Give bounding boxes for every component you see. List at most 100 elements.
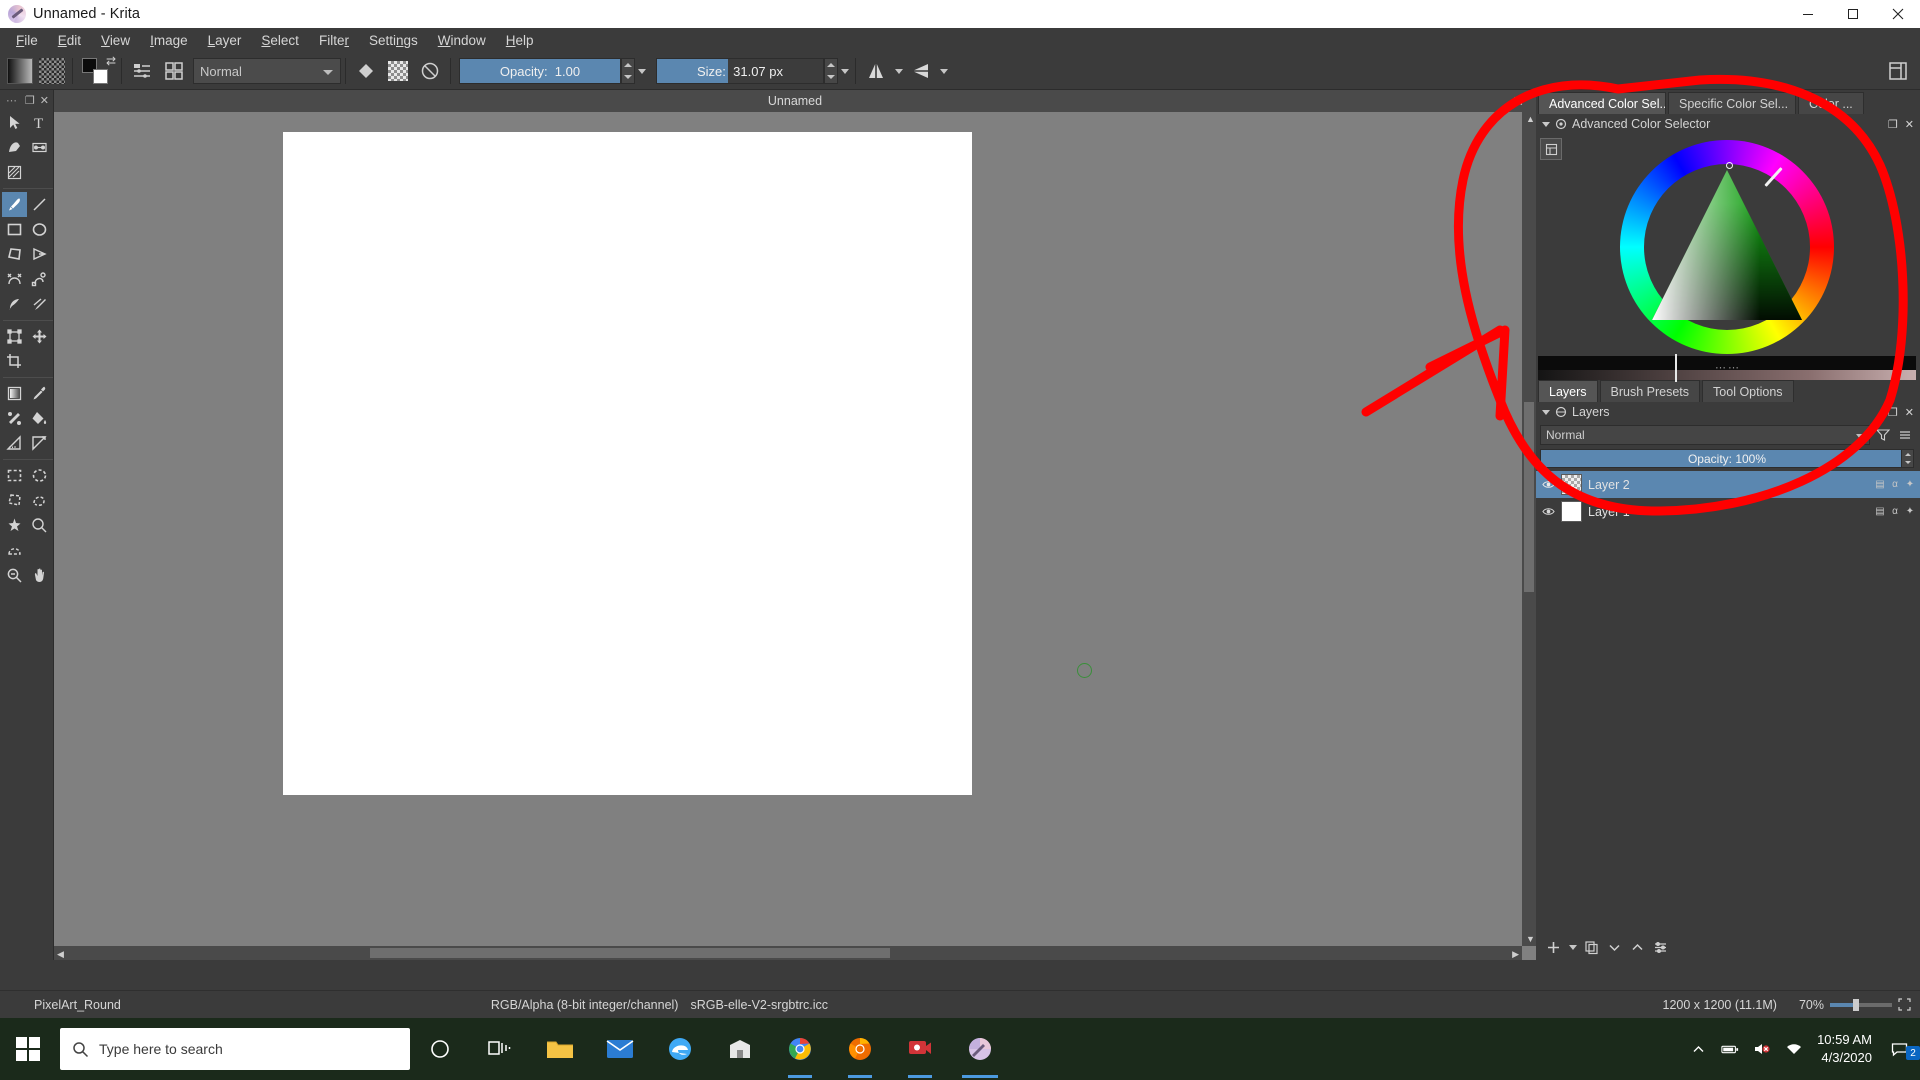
notifications-icon[interactable]: 2 bbox=[1886, 1040, 1912, 1058]
alpha-inherit-icon[interactable]: α bbox=[1889, 479, 1901, 491]
preserve-alpha-button[interactable] bbox=[383, 57, 413, 86]
menu-settings[interactable]: Settings bbox=[359, 30, 428, 51]
menu-file[interactable]: File bbox=[6, 30, 48, 51]
vertical-scroll-thumb[interactable] bbox=[1524, 402, 1534, 592]
tool-gradient-edit[interactable] bbox=[2, 160, 27, 185]
layer-blending-mode-combo[interactable]: Normal bbox=[1540, 425, 1870, 445]
tool-calligraphy[interactable] bbox=[27, 135, 52, 160]
float-docker-icon[interactable]: ❐ bbox=[25, 94, 35, 107]
canvas-horizontal-scrollbar[interactable]: ◀ ▶ bbox=[54, 946, 1522, 960]
tool-zoom[interactable] bbox=[2, 563, 27, 588]
tool-colorize-mask[interactable] bbox=[2, 406, 27, 431]
tool-elliptical-selection[interactable] bbox=[27, 463, 52, 488]
gradient-preset-button[interactable] bbox=[5, 57, 35, 86]
tab-specific-color-selector[interactable]: Specific Color Sel... bbox=[1668, 92, 1796, 114]
scroll-right-arrow-icon[interactable]: ▶ bbox=[1512, 949, 1519, 960]
scroll-down-arrow-icon[interactable]: ▼ bbox=[1526, 934, 1535, 944]
tool-move[interactable] bbox=[27, 324, 52, 349]
layers-menu-icon[interactable] bbox=[1896, 426, 1914, 444]
store-button[interactable] bbox=[710, 1018, 770, 1080]
close-docker-icon[interactable]: ✕ bbox=[1905, 118, 1914, 131]
table-row[interactable]: Layer 1 ▤ α ✦ bbox=[1536, 498, 1920, 525]
taskbar-clock[interactable]: 10:59 AM 4/3/2020 bbox=[1817, 1031, 1872, 1066]
chrome-canary-button[interactable] bbox=[830, 1018, 890, 1080]
battery-icon[interactable] bbox=[1721, 1040, 1739, 1058]
tool-ellipse[interactable] bbox=[27, 217, 52, 242]
layer-visibility-icon[interactable] bbox=[1542, 478, 1555, 491]
move-layer-down-button[interactable] bbox=[1605, 938, 1624, 957]
screen-recorder-button[interactable] bbox=[890, 1018, 950, 1080]
menu-view[interactable]: View bbox=[91, 30, 140, 51]
menu-filter[interactable]: Filter bbox=[309, 30, 359, 51]
tool-polygon[interactable] bbox=[2, 242, 27, 267]
color-selector-settings-icon[interactable] bbox=[1555, 118, 1567, 130]
size-stepper[interactable] bbox=[824, 58, 838, 84]
color-history-button[interactable] bbox=[1540, 138, 1562, 160]
reset-brush-button[interactable] bbox=[415, 57, 445, 86]
docker-resize-handle[interactable]: ⋯⋯ bbox=[1715, 361, 1741, 374]
layer-opacity-slider[interactable]: Opacity: 100% bbox=[1540, 449, 1914, 468]
tab-tool-options[interactable]: Tool Options bbox=[1702, 380, 1793, 402]
status-zoom-level[interactable]: 70% bbox=[1799, 998, 1824, 1012]
network-icon[interactable] bbox=[1785, 1040, 1803, 1058]
tool-text[interactable]: T bbox=[27, 110, 52, 135]
menu-window[interactable]: Window bbox=[428, 30, 496, 51]
layer-lock-icon[interactable]: ▤ bbox=[1874, 479, 1886, 491]
menu-image[interactable]: Image bbox=[140, 30, 198, 51]
tool-dynamic-brush[interactable] bbox=[2, 292, 27, 317]
tool-rectangle[interactable] bbox=[2, 217, 27, 242]
scroll-left-arrow-icon[interactable]: ◀ bbox=[57, 949, 64, 960]
mute-icon[interactable] bbox=[1753, 1040, 1771, 1058]
collapse-arrow-icon[interactable] bbox=[1542, 122, 1550, 127]
layer-style-icon[interactable]: ✦ bbox=[1904, 506, 1916, 518]
menu-help[interactable]: Help bbox=[496, 30, 544, 51]
tool-freehand-brush[interactable] bbox=[2, 192, 27, 217]
close-button[interactable] bbox=[1875, 0, 1920, 28]
canvas-document[interactable] bbox=[283, 132, 972, 795]
menu-select[interactable]: Select bbox=[251, 30, 309, 51]
scroll-up-arrow-icon[interactable]: ▲ bbox=[1526, 114, 1535, 124]
opacity-options-caret[interactable] bbox=[635, 58, 648, 84]
tool-gradient[interactable] bbox=[2, 381, 27, 406]
pattern-preset-button[interactable] bbox=[37, 57, 67, 86]
tool-color-picker[interactable] bbox=[27, 381, 52, 406]
brush-editor-button[interactable] bbox=[127, 57, 157, 86]
maximize-button[interactable] bbox=[1830, 0, 1875, 28]
blending-mode-combo[interactable]: Normal bbox=[193, 58, 341, 84]
tool-rectangular-selection[interactable] bbox=[2, 463, 27, 488]
menu-layer[interactable]: Layer bbox=[198, 30, 252, 51]
opacity-slider[interactable]: Opacity: 1.00 bbox=[459, 58, 621, 84]
size-options-caret[interactable] bbox=[838, 58, 851, 84]
mirror-horizontal-button[interactable] bbox=[861, 57, 891, 86]
menu-edit[interactable]: Edit bbox=[48, 30, 91, 51]
tool-line[interactable] bbox=[27, 192, 52, 217]
tool-reference-images[interactable] bbox=[27, 431, 52, 456]
tool-freehand-selection[interactable] bbox=[27, 488, 52, 513]
choose-workspace-button[interactable] bbox=[1883, 57, 1913, 86]
layer-name[interactable]: Layer 2 bbox=[1588, 478, 1868, 492]
tool-freehand-path[interactable] bbox=[27, 267, 52, 292]
chrome-button[interactable] bbox=[770, 1018, 830, 1080]
horizontal-scroll-thumb[interactable] bbox=[370, 948, 890, 958]
close-canvas-tab-icon[interactable]: ✕ bbox=[1512, 93, 1524, 110]
table-row[interactable]: Layer 2 ▤ α ✦ bbox=[1536, 471, 1920, 498]
collapse-arrow-icon[interactable] bbox=[1542, 410, 1550, 415]
tool-bezier-curve[interactable] bbox=[2, 267, 27, 292]
tool-select-shapes[interactable] bbox=[2, 110, 27, 135]
size-slider[interactable]: Size: 31.07 px bbox=[656, 58, 824, 84]
layer-name[interactable]: Layer 1 bbox=[1588, 505, 1868, 519]
krita-taskbar-button[interactable] bbox=[950, 1018, 1010, 1080]
layer-lock-icon[interactable]: ▤ bbox=[1874, 506, 1886, 518]
drag-handle-icon[interactable]: ⋯ bbox=[6, 94, 17, 107]
start-button[interactable] bbox=[0, 1018, 56, 1080]
tool-transform[interactable] bbox=[2, 324, 27, 349]
mirror-vertical-button[interactable] bbox=[906, 57, 936, 86]
opacity-stepper[interactable] bbox=[621, 58, 635, 84]
duplicate-layer-button[interactable] bbox=[1582, 938, 1601, 957]
tab-brush-presets[interactable]: Brush Presets bbox=[1600, 380, 1701, 402]
brush-presets-button[interactable] bbox=[159, 57, 189, 86]
tab-color[interactable]: Color ... bbox=[1798, 92, 1864, 114]
mail-button[interactable] bbox=[590, 1018, 650, 1080]
move-layer-up-button[interactable] bbox=[1628, 938, 1647, 957]
cortana-button[interactable] bbox=[410, 1018, 470, 1080]
